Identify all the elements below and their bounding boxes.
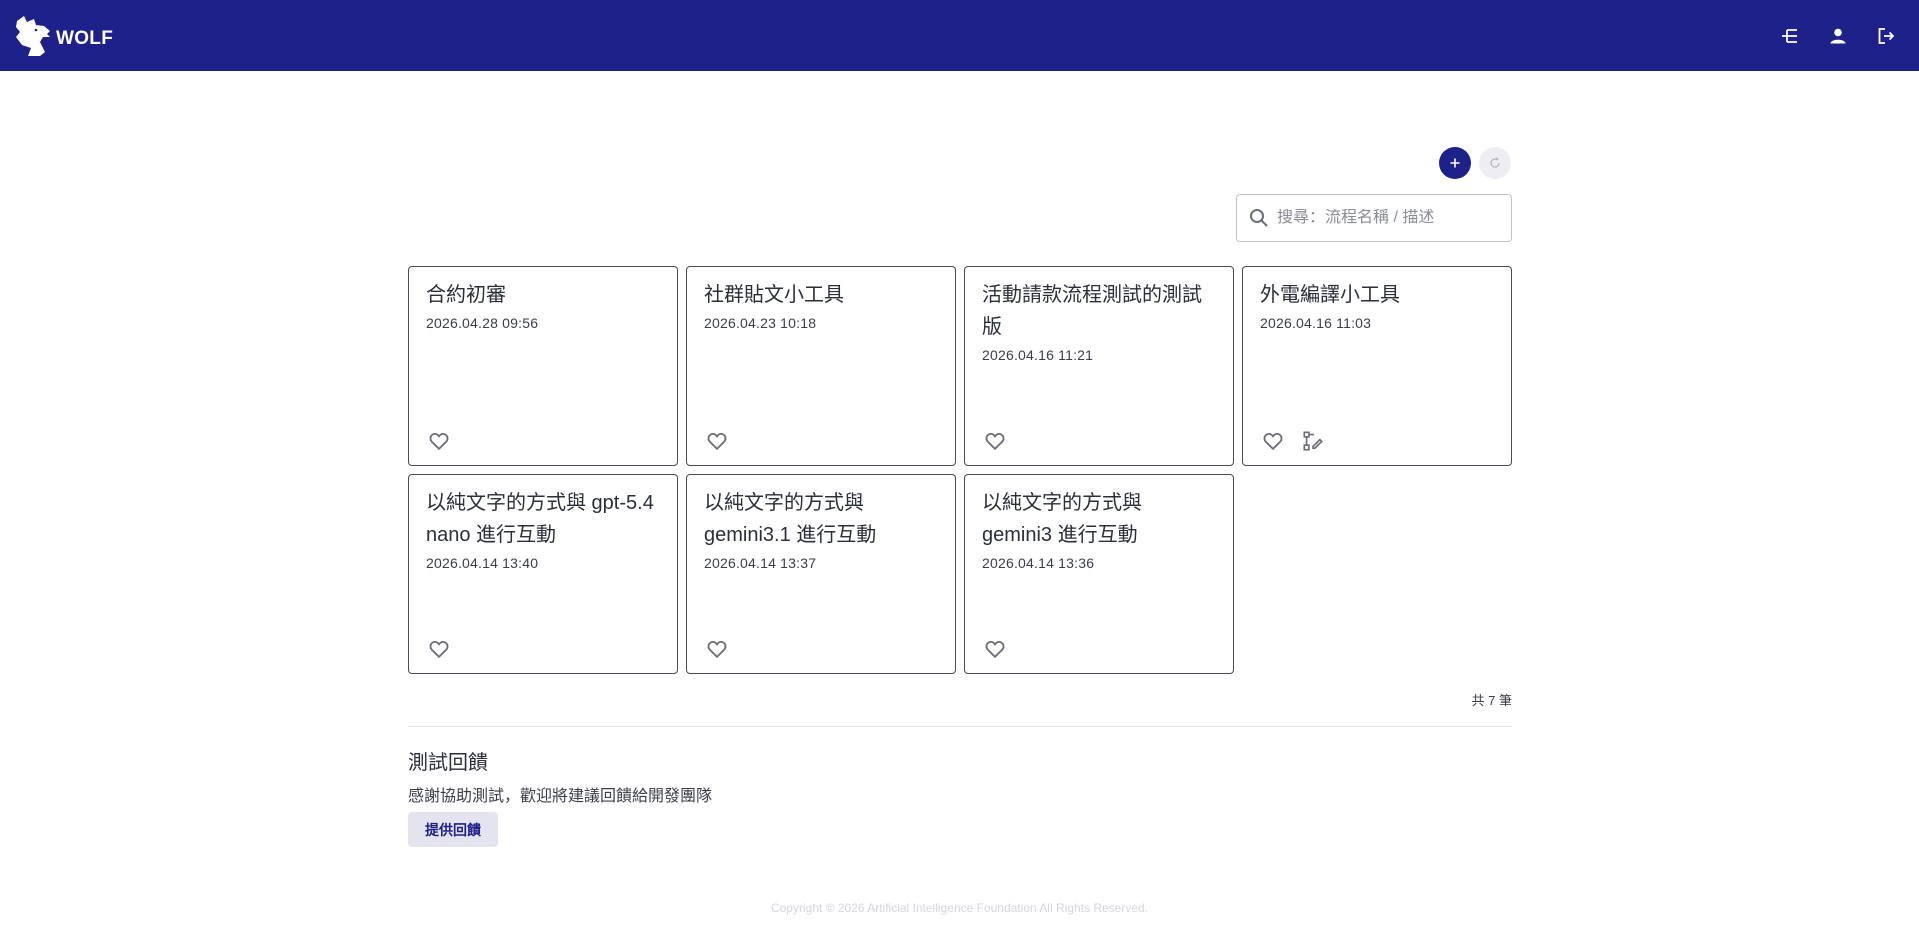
- flow-card[interactable]: 以純文字的方式與 gpt-5.4 nano 進行互動 2026.04.14 13…: [408, 474, 678, 674]
- heart-icon: [707, 640, 727, 659]
- card-date: 2026.04.14 13:40: [426, 555, 539, 571]
- logout-icon: [1878, 27, 1895, 44]
- flow-button[interactable]: [1777, 23, 1803, 49]
- card-title: 以純文字的方式與 gemini3.1 進行互動: [704, 492, 877, 546]
- flow-card[interactable]: 社群貼文小工具 2026.04.23 10:18: [686, 266, 956, 466]
- search-icon: [1250, 209, 1268, 227]
- card-actions: [427, 429, 451, 453]
- card-actions: [705, 637, 729, 661]
- edit-flow-button[interactable]: [1301, 429, 1325, 453]
- plus-icon: [1450, 158, 1460, 168]
- heart-icon: [985, 432, 1005, 451]
- feedback-button[interactable]: 提供回饋: [408, 812, 498, 847]
- heart-icon: [985, 640, 1005, 659]
- refresh-icon: [1490, 157, 1500, 168]
- favorite-button[interactable]: [705, 429, 729, 453]
- card-title: 活動請款流程測試的測試版: [982, 284, 1202, 338]
- section-divider: [408, 726, 1512, 727]
- card-actions: [705, 429, 729, 453]
- flow-card[interactable]: 以純文字的方式與 gemini3 進行互動 2026.04.14 13:36: [964, 474, 1234, 674]
- favorite-button[interactable]: [427, 637, 451, 661]
- card-date: 2026.04.23 10:18: [704, 315, 817, 331]
- favorite-button[interactable]: [983, 429, 1007, 453]
- edit-flow-icon: [1303, 431, 1323, 451]
- card-actions: [1261, 429, 1325, 453]
- favorite-button[interactable]: [427, 429, 451, 453]
- search-input[interactable]: [1277, 209, 1499, 227]
- heart-icon: [1263, 432, 1283, 451]
- card-actions: [427, 637, 451, 661]
- card-title: 社群貼文小工具: [704, 284, 844, 306]
- user-icon: [1830, 28, 1846, 43]
- wolf-logo-icon: [16, 15, 50, 56]
- flow-card[interactable]: 合約初審 2026.04.28 09:56: [408, 266, 678, 466]
- card-date: 2026.04.14 13:36: [982, 555, 1095, 571]
- card-title: 以純文字的方式與 gpt-5.4 nano 進行互動: [426, 492, 654, 546]
- flow-card[interactable]: 外電編譯小工具 2026.04.16 11:03: [1242, 266, 1512, 466]
- toolbar-actions: [1439, 147, 1511, 179]
- card-actions: [983, 429, 1007, 453]
- card-title: 合約初審: [426, 284, 506, 306]
- footer-copyright: Copyright © 2026 Artificial Intelligence…: [770, 901, 1149, 915]
- heart-icon: [429, 432, 449, 451]
- flow-card[interactable]: 活動請款流程測試的測試版 2026.04.16 11:21: [964, 266, 1234, 466]
- top-app-bar: WOLF: [0, 0, 1919, 71]
- search-box: [1236, 194, 1512, 242]
- top-actions: [1777, 23, 1899, 49]
- card-actions: [983, 637, 1007, 661]
- total-count: 共 7 筆: [1471, 693, 1512, 708]
- flow-card[interactable]: 以純文字的方式與 gemini3.1 進行互動 2026.04.14 13:37: [686, 474, 956, 674]
- heart-icon: [707, 432, 727, 451]
- add-flow-button[interactable]: [1439, 147, 1471, 179]
- refresh-button[interactable]: [1479, 147, 1511, 179]
- logout-button[interactable]: [1873, 23, 1899, 49]
- card-date: 2026.04.14 13:37: [704, 555, 817, 571]
- card-date: 2026.04.28 09:56: [426, 315, 539, 331]
- card-title: 外電編譯小工具: [1260, 284, 1400, 306]
- favorite-button[interactable]: [983, 637, 1007, 661]
- feedback-description: 感謝協助測試，歡迎將建議回饋給開發團隊: [408, 788, 713, 805]
- user-button[interactable]: [1825, 23, 1851, 49]
- feedback-title: 測試回饋: [408, 752, 488, 774]
- brand-name: WOLF: [56, 27, 114, 49]
- favorite-button[interactable]: [1261, 429, 1285, 453]
- card-title: 以純文字的方式與 gemini3 進行互動: [982, 492, 1142, 546]
- heart-icon: [429, 640, 449, 659]
- flow-icon: [1782, 28, 1797, 43]
- card-date: 2026.04.16 11:03: [1260, 315, 1372, 331]
- brand[interactable]: WOLF: [14, 15, 113, 57]
- card-date: 2026.04.16 11:21: [982, 347, 1094, 363]
- favorite-button[interactable]: [705, 637, 729, 661]
